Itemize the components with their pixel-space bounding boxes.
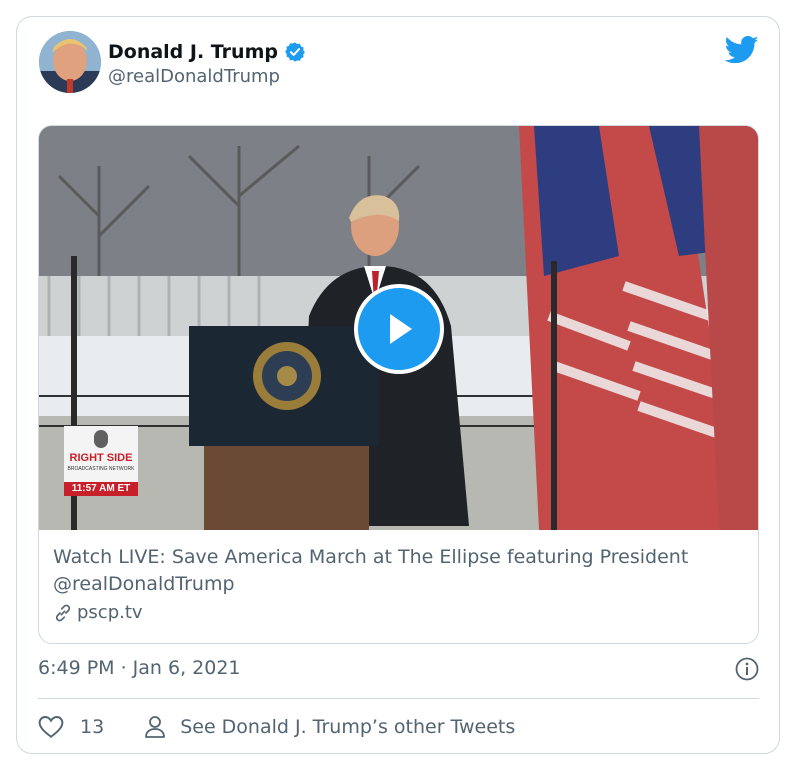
tweet-embed-card: Donald J. Trump @realDonaldTrump RIGHT S… xyxy=(16,16,780,754)
divider xyxy=(38,698,759,699)
link-icon xyxy=(55,604,71,621)
like-count: 13 xyxy=(80,716,105,738)
author-row: Donald J. Trump xyxy=(108,41,306,63)
other-tweets-link[interactable]: See Donald J. Trump’s other Tweets xyxy=(144,715,515,739)
avatar-image xyxy=(39,31,101,93)
broadcast-time: 11:57 AM ET xyxy=(71,483,131,494)
play-button[interactable] xyxy=(354,284,444,374)
link-title[interactable]: Watch LIVE: Save America March at The El… xyxy=(53,544,743,598)
network-logo: RIGHT SIDE BROADCASTING NETWORK 11:57 AM… xyxy=(64,426,138,496)
heart-icon xyxy=(38,716,64,738)
like-button[interactable]: 13 xyxy=(38,715,104,739)
author-name[interactable]: Donald J. Trump xyxy=(108,41,278,63)
video-thumbnail[interactable]: RIGHT SIDE BROADCASTING NETWORK 11:57 AM… xyxy=(39,126,758,530)
play-icon xyxy=(390,314,412,344)
network-subtitle: BROADCASTING NETWORK xyxy=(67,466,135,472)
person-icon xyxy=(145,716,166,738)
avatar[interactable] xyxy=(39,31,101,93)
verified-badge-icon xyxy=(285,42,305,62)
network-name: RIGHT SIDE xyxy=(69,452,133,464)
author-handle[interactable]: @realDonaldTrump xyxy=(108,66,280,87)
twitter-bird-icon[interactable] xyxy=(725,35,759,65)
link-domain: pscp.tv xyxy=(77,602,143,623)
info-icon[interactable] xyxy=(735,657,759,681)
link-domain-row[interactable]: pscp.tv xyxy=(53,602,143,623)
other-tweets-label: See Donald J. Trump’s other Tweets xyxy=(180,716,516,738)
tweet-actions: 13 See Donald J. Trump’s other Tweets xyxy=(38,713,515,741)
tweet-timestamp[interactable]: 6:49 PM · Jan 6, 2021 xyxy=(38,657,241,679)
link-card[interactable]: RIGHT SIDE BROADCASTING NETWORK 11:57 AM… xyxy=(38,125,759,644)
